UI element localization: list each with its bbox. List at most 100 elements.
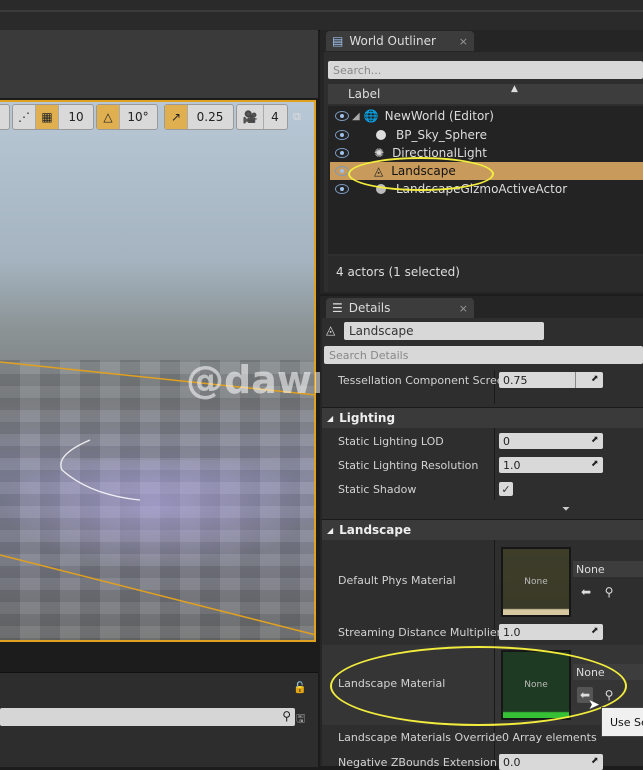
world-icon: 🌐	[363, 109, 379, 123]
column-divider	[494, 645, 495, 725]
visibility-eye-icon[interactable]	[335, 148, 349, 158]
content-search-input[interactable]: ⚲	[0, 708, 295, 726]
grid-snap-icon[interactable]: ▦	[36, 105, 59, 129]
toolbar-partial-button[interactable]	[0, 104, 10, 130]
negative-zbounds-field[interactable]: 0.0 ⬈	[499, 754, 603, 770]
default-phys-asset-picker[interactable]: None	[573, 561, 643, 577]
landscape-material-value: None	[576, 665, 605, 679]
column-divider	[494, 428, 495, 500]
mouse-cursor-icon: ➤	[588, 697, 600, 713]
static-lighting-res-field[interactable]: 1.0 ⬈	[499, 457, 603, 473]
landscape-material-label: Landscape Material	[338, 677, 446, 690]
scale-snap-value[interactable]: 0.25	[188, 105, 232, 129]
static-shadow-label: Static Shadow	[338, 483, 417, 496]
tessellation-value: 0.75	[503, 373, 528, 387]
label-column: Label	[348, 87, 381, 101]
rotation-snap-value[interactable]: 10°	[120, 105, 156, 129]
landscape-icon: ◬	[374, 164, 384, 178]
tab-world-outliner[interactable]: ▤ World Outliner ×	[326, 31, 474, 51]
outliner-row-world[interactable]: ◢ 🌐 NewWorld (Editor)	[330, 107, 643, 125]
surface-snap-icon[interactable]: ⋰	[13, 105, 36, 129]
scale-snap-icon[interactable]: ↗	[165, 105, 188, 129]
camera-speed-icon[interactable]: 🎥	[237, 105, 264, 129]
outliner-row-directional-light[interactable]: ✺ DirectionalLight	[330, 144, 643, 162]
static-lighting-lod-value: 0	[503, 434, 510, 448]
reset-arrow-icon[interactable]: ⬈	[591, 435, 601, 445]
actor-count-status: 4 actors (1 selected)	[336, 265, 460, 279]
visibility-eye-icon[interactable]	[335, 184, 349, 194]
thumbnail-none-text: None	[524, 680, 548, 690]
collapse-arrow-icon[interactable]: ◢	[327, 526, 333, 535]
streaming-distance-field[interactable]: 1.0 ⬈	[499, 624, 603, 640]
expand-arrow-icon[interactable]: ◢	[352, 111, 360, 122]
tessellation-field[interactable]: 0.75 ⬈	[499, 372, 603, 388]
landscape-icon: ◬	[326, 323, 336, 337]
outliner-search-placeholder: Search...	[333, 63, 382, 77]
camera-speed-group[interactable]: 🎥 4	[236, 104, 288, 130]
materials-override-label: Landscape Materials Override	[338, 731, 503, 744]
use-selected-arrow-icon[interactable]: ⬅	[578, 584, 594, 600]
outliner-row-gizmo[interactable]: LandscapeGizmoActiveActor	[330, 180, 643, 198]
outliner-row-label: DirectionalLight	[392, 146, 487, 160]
rotation-snap-group[interactable]: △ 10°	[96, 104, 158, 130]
details-icon: ☰	[332, 301, 343, 315]
tessellation-label: Tessellation Component Screen	[338, 374, 511, 387]
reset-arrow-icon[interactable]: ⬈	[591, 756, 601, 766]
light-icon: ✺	[374, 146, 385, 160]
static-lighting-lod-field[interactable]: 0 ⬈	[499, 433, 603, 449]
sphere-icon	[376, 130, 386, 140]
section-landscape-label: Landscape	[339, 523, 412, 537]
static-lighting-res-label: Static Lighting Resolution	[338, 459, 479, 472]
reset-arrow-icon[interactable]: ⬈	[591, 459, 601, 469]
default-phys-value: None	[576, 562, 605, 576]
maximize-viewport-icon[interactable]: ⧉	[293, 110, 305, 123]
grid-snap-group[interactable]: ⋰ ▦ 10	[12, 104, 94, 130]
visibility-eye-icon[interactable]	[335, 166, 349, 176]
section-landscape[interactable]: ◢ Landscape	[322, 519, 643, 540]
save-icon[interactable]: 🖫	[296, 710, 305, 729]
close-icon[interactable]: ×	[459, 302, 468, 315]
editor-top-bar	[0, 0, 643, 31]
browse-search-icon[interactable]: ⚲	[601, 687, 617, 703]
outliner-row-label: NewWorld (Editor)	[384, 109, 494, 123]
tab-details[interactable]: ☰ Details ×	[326, 298, 474, 318]
browse-search-icon[interactable]: ⚲	[601, 584, 617, 600]
materials-override-value: 0 Array elements	[502, 731, 597, 744]
scale-snap-group[interactable]: ↗ 0.25	[164, 104, 234, 130]
close-icon[interactable]: ×	[459, 35, 468, 48]
viewport-header-area	[0, 30, 318, 98]
outliner-footer: 4 actors (1 selected)	[328, 256, 643, 292]
rotation-snap-icon[interactable]: △	[97, 105, 120, 129]
visibility-eye-icon[interactable]	[335, 111, 349, 121]
object-name-field[interactable]: Landscape	[344, 322, 544, 340]
section-lighting[interactable]: ◢ Lighting	[322, 407, 643, 428]
advanced-expand-icon[interactable]: ⏷	[562, 504, 570, 515]
viewport-toolbar: ⋰ ▦ 10 △ 10° ↗ 0.25 🎥 4 ⧉	[0, 104, 316, 130]
details-search-input[interactable]: Search Details	[324, 346, 643, 364]
landscape-material-thumbnail[interactable]: None	[501, 650, 571, 720]
landscape-material-asset-picker[interactable]: None	[573, 664, 643, 680]
outliner-row-landscape[interactable]: ◬ Landscape	[330, 162, 643, 180]
lock-icon[interactable]: 🔓	[293, 681, 307, 694]
static-shadow-checkbox[interactable]: ✓	[499, 482, 513, 496]
outliner-icon: ▤	[332, 34, 344, 48]
default-phys-thumbnail[interactable]: None	[501, 547, 571, 617]
slider-handle[interactable]	[575, 372, 576, 388]
default-phys-material-label: Default Phys Material	[338, 574, 456, 587]
reset-arrow-icon[interactable]: ⬈	[591, 374, 601, 384]
outliner-row-label: LandscapeGizmoActiveActor	[396, 182, 568, 196]
reset-arrow-icon[interactable]: ⬈	[591, 626, 601, 636]
grid-snap-value[interactable]: 10	[59, 105, 93, 129]
search-icon[interactable]: ⚲	[282, 709, 291, 723]
tab-details-label: Details	[348, 301, 391, 315]
streaming-distance-value: 1.0	[503, 625, 521, 639]
camera-speed-value[interactable]: 4	[264, 105, 286, 129]
visibility-eye-icon[interactable]	[335, 130, 349, 140]
outliner-column-header[interactable]: Label ▲	[328, 84, 643, 104]
thumbnail-none-text: None	[524, 577, 548, 587]
collapse-arrow-icon[interactable]: ◢	[327, 414, 333, 423]
outliner-search-input[interactable]: Search...	[328, 61, 643, 79]
negative-zbounds-value: 0.0	[503, 755, 521, 769]
outliner-row-sky-sphere[interactable]: BP_Sky_Sphere	[330, 126, 643, 144]
static-lighting-lod-label: Static Lighting LOD	[338, 435, 444, 448]
